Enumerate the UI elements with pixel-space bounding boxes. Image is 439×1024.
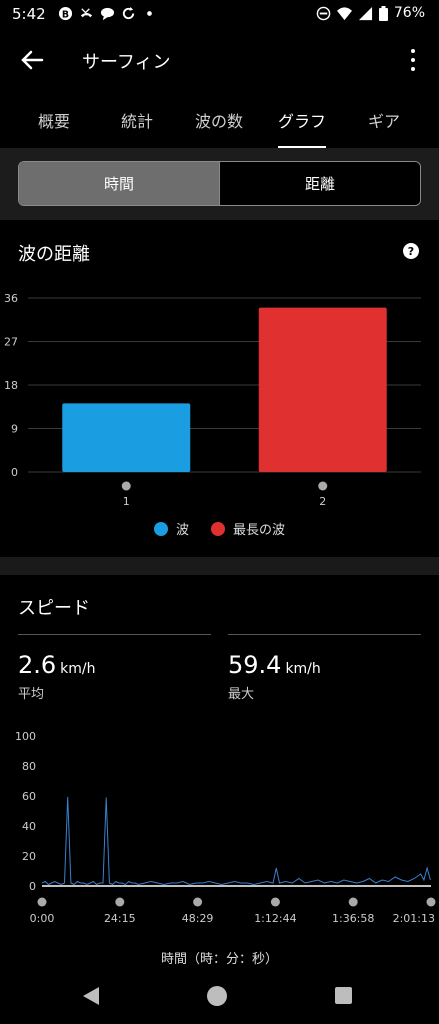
battery-percent: 76% [393, 5, 425, 21]
max-divider [228, 634, 421, 635]
tab-overview[interactable]: 概要 [14, 108, 94, 132]
x-tick-dot [348, 897, 358, 907]
nav-recent-icon[interactable] [335, 987, 352, 1004]
notification-b-icon: B [58, 6, 73, 20]
segment-time[interactable]: 時間 [19, 162, 219, 205]
wave-distance-title: 波の距離 [18, 244, 90, 265]
y-tick-label: 100 [15, 730, 36, 743]
sync-icon [122, 6, 135, 20]
back-arrow-icon[interactable] [18, 46, 46, 74]
avg-speed: 2.6 km/h [18, 651, 96, 679]
time-distance-toggle: 時間 距離 [18, 161, 421, 206]
max-speed-unit: km/h [285, 661, 321, 677]
y-tick-label: 0 [11, 466, 18, 479]
y-tick-label: 20 [22, 850, 36, 863]
tab-graph[interactable]: グラフ [262, 108, 342, 132]
y-tick-label: 60 [22, 790, 36, 803]
y-tick-label: 18 [4, 379, 18, 392]
battery-icon [378, 5, 388, 21]
tab-stats[interactable]: 統計 [97, 108, 177, 132]
x-tick-label: 1 [123, 495, 130, 508]
chat-icon [100, 7, 115, 21]
bar [62, 403, 191, 472]
y-tick-label: 40 [22, 820, 36, 833]
status-time: 5:42 [12, 5, 46, 23]
max-speed: 59.4 km/h [228, 651, 321, 679]
max-speed-value: 59.4 [228, 651, 282, 679]
x-tick-dot [115, 897, 125, 907]
speed-x-axis-title: 時間（時：分：秒） [160, 952, 278, 967]
svg-text:B: B [62, 9, 69, 20]
segmented-section: 時間 距離 [0, 148, 439, 220]
section-divider [0, 557, 439, 575]
x-tick-dot [426, 897, 436, 907]
x-tick-dot [193, 897, 203, 907]
x-tick-label: 1:36:58 [332, 912, 374, 925]
y-tick-label: 27 [4, 336, 18, 349]
legend-item-wave: 波 [153, 519, 189, 538]
avg-speed-unit: km/h [60, 661, 96, 677]
x-tick-dot [270, 897, 280, 907]
legend-dot-wave [153, 521, 168, 536]
legend-label-wave: 波 [175, 523, 189, 538]
segment-distance[interactable]: 距離 [219, 162, 420, 205]
x-tick-label: 2 [319, 495, 326, 508]
wave-legend: 波 最長の波 [0, 519, 439, 538]
x-tick-dot [121, 481, 131, 491]
y-tick-label: 9 [11, 423, 18, 436]
nav-home-icon[interactable] [207, 986, 227, 1006]
signal-icon [358, 6, 372, 20]
speed-chart: 0 20 40 60 80 100 0:00 24:15 48:29 1:12:44 1:36:58… [15, 730, 436, 925]
x-tick-label: 2:01:13 [393, 912, 435, 925]
page-title: サーフィン [82, 52, 171, 73]
avg-divider [18, 634, 211, 635]
avg-speed-label: 平均 [18, 687, 45, 702]
legend-label-longest: 最長の波 [233, 523, 286, 538]
tab-bar: 概要 統計 波の数 グラフ ギア [0, 104, 439, 149]
speed-title: スピード [18, 598, 90, 619]
system-nav-bar [0, 968, 439, 1024]
nav-back-icon[interactable] [82, 986, 100, 1006]
do-not-disturb-icon [316, 6, 331, 20]
x-tick-label: 48:29 [182, 912, 214, 925]
overflow-menu-icon[interactable] [401, 46, 425, 74]
y-tick-label: 80 [22, 760, 36, 773]
dot-icon [147, 11, 152, 16]
y-tick-label: 36 [4, 292, 18, 305]
status-left-icons: B [58, 6, 157, 21]
x-tick-label: 1:12:44 [254, 912, 296, 925]
speed-series-line [41, 796, 431, 886]
missed-call-icon [80, 8, 93, 18]
app-bar: サーフィン [0, 34, 439, 86]
avg-speed-value: 2.6 [18, 651, 57, 679]
help-icon[interactable]: ? [403, 243, 419, 259]
legend-dot-longest [211, 521, 225, 536]
max-speed-label: 最大 [228, 687, 255, 702]
wifi-icon [336, 6, 352, 20]
x-tick-dot [318, 481, 328, 491]
x-tick-dot [37, 897, 47, 907]
wave-distance-chart: 0 9 18 27 36 1 2 [4, 292, 421, 508]
bar [258, 307, 387, 472]
legend-item-longest: 最長の波 [211, 519, 285, 538]
tab-wave-count[interactable]: 波の数 [179, 108, 259, 132]
x-tick-label: 0:00 [30, 912, 55, 925]
y-tick-label: 0 [29, 880, 36, 893]
tab-gear[interactable]: ギア [344, 108, 424, 132]
status-bar: 5:42 B 76% [0, 0, 439, 30]
x-tick-label: 24:15 [104, 912, 136, 925]
status-right-icons: 76% [316, 5, 425, 21]
